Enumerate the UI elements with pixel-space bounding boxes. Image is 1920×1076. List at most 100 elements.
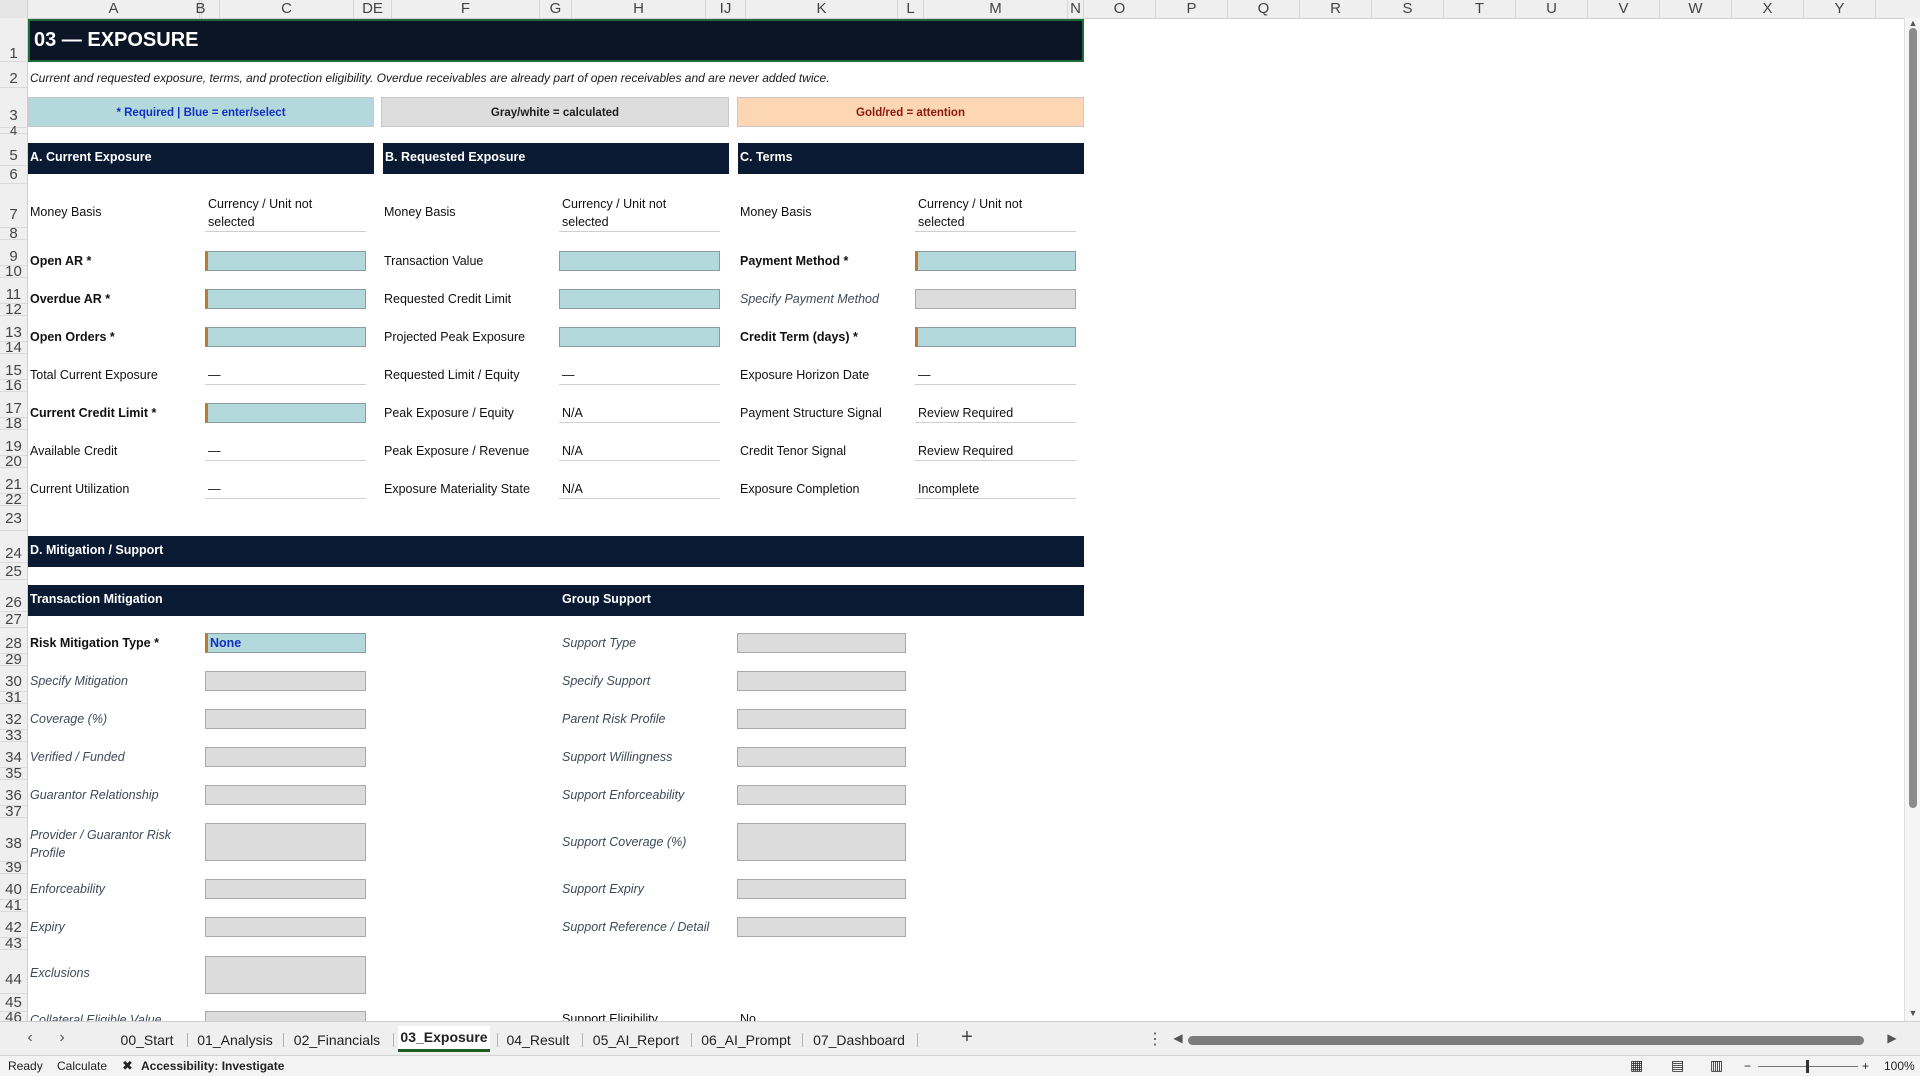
vertical-scroll-thumb[interactable] xyxy=(1909,28,1917,808)
row-header[interactable]: 41 xyxy=(0,898,27,913)
row-header[interactable]: 27 xyxy=(0,612,27,628)
value-total-current-exposure[interactable]: — xyxy=(208,368,221,382)
input-current-credit-limit[interactable] xyxy=(205,403,366,423)
column-header[interactable]: K xyxy=(746,0,898,18)
value-peak-exposure-revenue[interactable]: N/A xyxy=(562,444,583,458)
column-header[interactable]: M xyxy=(924,0,1068,18)
column-header[interactable]: H xyxy=(572,0,706,18)
status-calculate[interactable]: Calculate xyxy=(57,1059,107,1073)
input-specify-support[interactable] xyxy=(737,671,906,691)
tab-06-ai-prompt[interactable]: 06_AI_Prompt xyxy=(696,1029,796,1051)
column-header[interactable]: V xyxy=(1588,0,1660,18)
row-header[interactable]: 2 xyxy=(0,62,27,88)
column-header[interactable]: X xyxy=(1732,0,1804,18)
tab-03-exposure[interactable]: 03_Exposure xyxy=(398,1026,490,1052)
row-header[interactable]: 3 xyxy=(0,88,27,128)
column-header[interactable]: C xyxy=(220,0,354,18)
row-header[interactable]: 43 xyxy=(0,936,27,951)
input-specify-mitigation[interactable] xyxy=(205,671,366,691)
row-header[interactable]: 5 xyxy=(0,134,27,166)
input-support-reference[interactable] xyxy=(737,917,906,937)
next-sheet-arrow-icon[interactable]: › xyxy=(52,1029,72,1047)
row-header[interactable]: 6 xyxy=(0,166,27,184)
value-support-eligibility[interactable]: No xyxy=(740,1012,756,1021)
tab-02-financials[interactable]: 02_Financials xyxy=(288,1029,386,1051)
input-credit-term[interactable] xyxy=(915,327,1076,347)
input-support-coverage[interactable] xyxy=(737,823,906,861)
row-header[interactable]: 23 xyxy=(0,506,27,531)
input-parent-risk-profile[interactable] xyxy=(737,709,906,729)
zoom-out-icon[interactable]: − xyxy=(1744,1059,1751,1073)
column-header[interactable]: Q xyxy=(1228,0,1300,18)
row-header[interactable]: 14 xyxy=(0,340,27,355)
input-specify-payment-method[interactable] xyxy=(915,289,1076,309)
tab-07-dashboard[interactable]: 07_Dashboard xyxy=(807,1029,911,1051)
row-header[interactable]: 44 xyxy=(0,950,27,994)
row-header[interactable]: 38 xyxy=(0,818,27,862)
column-header[interactable]: IJ xyxy=(706,0,746,18)
column-header[interactable]: P xyxy=(1156,0,1228,18)
prev-sheet-arrow-icon[interactable]: ‹ xyxy=(20,1029,40,1047)
column-header[interactable]: L xyxy=(898,0,924,18)
input-enforceability[interactable] xyxy=(205,879,366,899)
row-header[interactable]: 8 xyxy=(0,226,27,241)
row-header[interactable]: 12 xyxy=(0,302,27,317)
zoom-slider-handle[interactable] xyxy=(1806,1060,1809,1073)
input-overdue-ar[interactable] xyxy=(205,289,366,309)
zoom-in-icon[interactable]: + xyxy=(1862,1059,1869,1073)
sheet-title[interactable]: 03 — EXPOSURE xyxy=(28,19,1084,62)
input-open-ar[interactable] xyxy=(205,251,366,271)
input-guarantor-relationship[interactable] xyxy=(205,785,366,805)
add-sheet-plus-icon[interactable]: + xyxy=(955,1026,979,1049)
input-transaction-value[interactable] xyxy=(559,251,720,271)
scroll-down-arrow-icon[interactable]: ▼ xyxy=(1905,1008,1920,1018)
input-coverage[interactable] xyxy=(205,709,366,729)
row-header[interactable]: 7 xyxy=(0,184,27,228)
column-header[interactable]: U xyxy=(1516,0,1588,18)
value-requested-limit-equity[interactable]: — xyxy=(562,368,575,382)
row-header[interactable]: 26 xyxy=(0,580,27,612)
input-support-expiry[interactable] xyxy=(737,879,906,899)
value-current-utilization[interactable]: — xyxy=(208,482,221,496)
input-payment-method[interactable] xyxy=(915,251,1076,271)
input-provider-risk-profile[interactable] xyxy=(205,823,366,861)
scroll-up-arrow-icon[interactable]: ▲ xyxy=(1905,18,1920,28)
page-layout-view-icon[interactable]: ▤ xyxy=(1671,1057,1684,1074)
value-available-credit[interactable]: — xyxy=(208,444,221,458)
input-support-willingness[interactable] xyxy=(737,747,906,767)
row-header[interactable]: 1 xyxy=(0,18,27,62)
tab-05-ai-report[interactable]: 05_AI_Report xyxy=(587,1029,685,1051)
row-header[interactable]: 22 xyxy=(0,492,27,507)
input-expiry[interactable] xyxy=(205,917,366,937)
scroll-right-arrow-icon[interactable]: ▶ xyxy=(1882,1031,1902,1045)
row-header[interactable]: 33 xyxy=(0,728,27,743)
horizontal-scroll-thumb[interactable] xyxy=(1188,1036,1864,1045)
zoom-level[interactable]: 100% xyxy=(1884,1059,1915,1073)
tab-01-analysis[interactable]: 01_Analysis xyxy=(192,1029,278,1051)
column-header[interactable]: N xyxy=(1068,0,1084,18)
column-header[interactable]: B xyxy=(182,0,220,18)
input-exclusions[interactable] xyxy=(205,956,366,994)
column-header[interactable]: Y xyxy=(1804,0,1876,18)
input-support-type[interactable] xyxy=(737,633,906,653)
page-break-view-icon[interactable]: ▥ xyxy=(1710,1057,1723,1074)
column-header[interactable]: T xyxy=(1444,0,1516,18)
row-header[interactable]: 37 xyxy=(0,804,27,819)
row-header[interactable]: 35 xyxy=(0,766,27,781)
row-header[interactable]: 10 xyxy=(0,264,27,279)
value-payment-structure-signal[interactable]: Review Required xyxy=(918,406,1013,420)
value-credit-tenor-signal[interactable]: Review Required xyxy=(918,444,1013,458)
column-header[interactable]: O xyxy=(1084,0,1156,18)
select-all-corner[interactable] xyxy=(0,0,28,18)
row-header[interactable]: 24 xyxy=(0,531,27,563)
more-options-icon[interactable]: ⋮ xyxy=(1145,1029,1165,1049)
value-terms-money-basis[interactable]: Currency / Unit not selected xyxy=(918,195,1038,231)
scroll-left-arrow-icon[interactable]: ◀ xyxy=(1168,1031,1188,1045)
column-header[interactable]: W xyxy=(1660,0,1732,18)
tab-00-start[interactable]: 00_Start xyxy=(112,1029,182,1051)
value-money-basis[interactable]: Currency / Unit not selected xyxy=(208,195,328,231)
value-requested-money-basis[interactable]: Currency / Unit not selected xyxy=(562,195,682,231)
row-header[interactable]: 20 xyxy=(0,454,27,469)
input-verified-funded[interactable] xyxy=(205,747,366,767)
input-projected-peak-exposure[interactable] xyxy=(559,327,720,347)
